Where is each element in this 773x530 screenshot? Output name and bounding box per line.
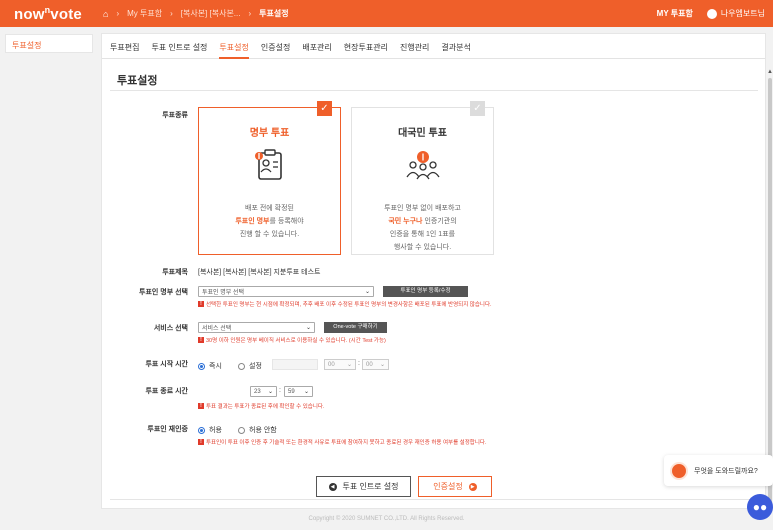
footer-copyright: Copyright © 2020 SUMNET CO.,LTD. All Rig… xyxy=(308,516,465,522)
check-icon: ✓ xyxy=(317,101,332,116)
chat-icon[interactable]: ●● xyxy=(747,494,773,520)
roster-select[interactable]: 투표인 명부 선택 ⌄ xyxy=(198,286,374,297)
end-time-label: 투표 종료 시간 xyxy=(145,388,188,395)
tab-intro[interactable]: 투표 인트로 설정 xyxy=(151,34,207,59)
service-select-label: 서비스 선택 xyxy=(153,325,188,332)
end-hour-select[interactable]: 23 ⌄ xyxy=(250,386,277,397)
divider xyxy=(110,499,758,500)
sidebar-item-vote-settings[interactable]: 투표설정 xyxy=(6,35,92,51)
service-note: ! 30명 이하 인원은 명부 베이직 서비스로 이용하실 수 있습니다. (시간… xyxy=(198,336,386,344)
arrow-left-icon: ◀ xyxy=(328,482,337,491)
chevron-down-icon: ⌄ xyxy=(267,389,273,395)
card-title: 명부 투표 xyxy=(249,128,290,139)
scroll-up-icon[interactable]: ▲ xyxy=(767,69,773,76)
home-icon[interactable]: ⌂ xyxy=(103,9,108,19)
card-desc-line: 투표인 명부를 등록해야 xyxy=(235,218,304,225)
radio-button[interactable] xyxy=(238,426,245,434)
chevron-down-icon: ⌄ xyxy=(364,289,370,295)
alert-icon: ! xyxy=(198,337,204,343)
card-title: 대국민 투표 xyxy=(398,128,447,139)
start-set-option[interactable]: 설정 xyxy=(238,361,262,371)
chevron-down-icon: ⌄ xyxy=(305,325,311,331)
card-desc-line: 행사할 수 있습니다. xyxy=(393,244,452,251)
chevron-down-icon: ⌄ xyxy=(379,362,385,368)
revote-allow-option[interactable]: 허용 xyxy=(198,425,222,435)
help-text: 무엇을 도와드릴까요? xyxy=(694,467,758,475)
vote-title-value: [복사본] [복사본] [복사본] 지분투표 테스트 xyxy=(198,269,321,276)
helper-avatar-icon xyxy=(670,461,688,480)
roster-select-label: 투표인 명부 선택 xyxy=(139,289,188,296)
people-vote-icon xyxy=(405,151,440,180)
tab-distribution[interactable]: 배포관리 xyxy=(302,34,331,59)
radio-button[interactable] xyxy=(198,362,205,370)
page-title: 투표설정 xyxy=(117,75,158,87)
start-now-option[interactable]: 즉시 xyxy=(198,361,222,371)
divider xyxy=(110,90,758,91)
revote-deny-option[interactable]: 허용 안함 xyxy=(238,425,277,435)
card-desc-line: 투표인 명부 없이 배포하고 xyxy=(384,205,461,212)
top-bar: nownvote ⌂ › My 투표함 › [복사본] [복사본... › 투표… xyxy=(0,0,773,27)
public-vote-card[interactable]: ✓ 대국민 투표 투표인 명부 없이 배포하고 국민 누구나 인증기관의 인증을… xyxy=(351,101,494,255)
card-desc-line: 국민 누구나 인증기관의 xyxy=(388,218,457,225)
vote-title-label: 투표제목 xyxy=(162,269,188,276)
tab-results[interactable]: 결과분석 xyxy=(441,34,470,59)
breadcrumb-current: 투표설정 xyxy=(259,9,289,18)
end-minute-select[interactable]: 59 ⌄ xyxy=(284,386,313,397)
breadcrumb: ⌂ › My 투표함 › [복사본] [복사본... › 투표설정 xyxy=(103,8,289,19)
card-desc-line: 인증을 통해 1인 1표를 xyxy=(389,231,456,238)
tab-onsite[interactable]: 현장투표관리 xyxy=(344,34,388,59)
radio-button[interactable] xyxy=(198,426,205,434)
revote-label: 투표인 재인증 xyxy=(147,426,188,433)
roster-note: ! 선택한 투표인 명부는 현 시점에 확정되며, 추후 배포 이후 수정된 투표… xyxy=(198,300,492,308)
arrow-right-icon: ▶ xyxy=(468,482,477,491)
tab-edit[interactable]: 투표편집 xyxy=(110,34,139,59)
card-desc-line: 배포 전에 확정된 xyxy=(245,205,294,212)
onevote-buy-button[interactable]: One-vote 구매하기 xyxy=(324,322,387,333)
main-panel: 투표편집 투표 인트로 설정 투표설정 인증설정 배포관리 현장투표관리 진행관… xyxy=(101,33,766,509)
alert-icon: ! xyxy=(198,439,204,445)
prev-intro-button[interactable]: ◀ 투표 인트로 설정 xyxy=(316,476,411,497)
check-icon: ✓ xyxy=(470,101,485,116)
chevron-down-icon: ⌄ xyxy=(303,389,309,395)
my-box-link[interactable]: MY 투표함 xyxy=(657,8,693,19)
scrollbar[interactable] xyxy=(768,78,772,508)
vote-type-label: 투표종류 xyxy=(162,112,188,119)
revote-note: ! 투표인이 투표 이후 인증 후 기술적 또는 환경적 사유로 투표에 참여하지… xyxy=(198,438,487,446)
clipboard-vote-icon xyxy=(254,149,282,180)
logo[interactable]: nownvote xyxy=(14,5,98,23)
alert-icon: ! xyxy=(198,403,204,409)
user-icon xyxy=(706,8,717,19)
start-date-input[interactable] xyxy=(272,359,318,370)
tab-progress[interactable]: 진행관리 xyxy=(400,34,429,59)
tab-auth[interactable]: 인증설정 xyxy=(261,34,290,59)
card-desc-line: 진행 할 수 있습니다. xyxy=(239,231,300,238)
roster-register-button[interactable]: 투표인 명부 등록/수정 xyxy=(383,286,468,297)
tab-bar: 투표편집 투표 인트로 설정 투표설정 인증설정 배포관리 현장투표관리 진행관… xyxy=(102,34,765,59)
chevron-down-icon: ⌄ xyxy=(346,362,352,368)
radio-button[interactable] xyxy=(238,362,245,370)
alert-icon: ! xyxy=(198,301,204,307)
tab-settings[interactable]: 투표설정 xyxy=(219,34,249,59)
user-menu[interactable]: 나우엠보트님 xyxy=(706,8,765,19)
user-name: 나우엠보트님 xyxy=(720,9,765,18)
next-auth-button[interactable]: 인증설정 ▶ xyxy=(418,476,492,497)
help-bubble[interactable]: 무엇을 도와드릴까요? xyxy=(664,455,773,486)
service-select[interactable]: 서비스 선택 ⌄ xyxy=(198,322,315,333)
breadcrumb-item[interactable]: My 투표함 xyxy=(127,8,162,19)
start-minute-select[interactable]: 00 ⌄ xyxy=(362,359,389,370)
roster-vote-card[interactable]: ✓ 명부 투표 배포 전에 확정된 투표인 명부를 등록해야 진행 할 수 있습… xyxy=(198,101,341,255)
breadcrumb-item[interactable]: [복사본] [복사본... xyxy=(181,8,241,19)
start-time-label: 투표 시작 시간 xyxy=(145,361,188,368)
start-hour-select[interactable]: 00 ⌄ xyxy=(324,359,356,370)
sidebar: 투표설정 xyxy=(5,34,93,53)
end-time-note: ! 투표 결과는 투표가 종료된 후에 확인할 수 있습니다. xyxy=(198,402,325,410)
